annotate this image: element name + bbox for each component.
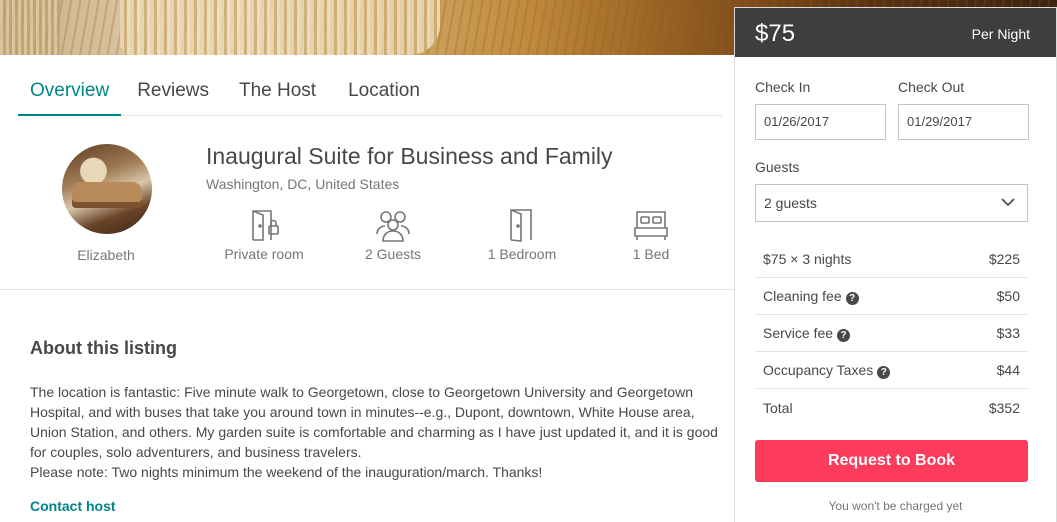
listing-title: Inaugural Suite for Business and Family — [206, 143, 613, 169]
fee-row-nights: $75 × 3 nights $225 — [755, 241, 1028, 278]
booking-price-header: $75 Per Night — [735, 8, 1056, 57]
about-heading: About this listing — [30, 338, 177, 358]
no-charge-note: You won't be charged yet — [828, 499, 963, 513]
help-icon[interactable]: ? — [845, 291, 859, 305]
listing-summary: Elizabeth Inaugural Suite for Business a… — [0, 130, 734, 290]
fee-row-taxes: Occupancy Taxes? $44 — [755, 352, 1028, 389]
per-night-label: Per Night — [971, 26, 1030, 42]
feature-guests: 2 Guests — [338, 208, 448, 262]
tab-the-host[interactable]: The Host — [227, 78, 328, 116]
nightly-price: $75 — [755, 20, 796, 47]
price-breakdown: $75 × 3 nights $225 Cleaning fee? $50 Se… — [755, 241, 1028, 426]
photo-wicker-left — [0, 0, 60, 55]
contact-host-link[interactable]: Contact host — [30, 498, 116, 514]
feature-room-type-label: Private room — [224, 246, 304, 262]
help-icon[interactable]: ? — [877, 365, 891, 379]
section-tabs: Overview Reviews The Host Location — [18, 78, 722, 116]
fee-row-total: Total $352 — [755, 389, 1028, 426]
fee-label: $75 × 3 nights — [763, 251, 852, 267]
guests-select[interactable]: 2 guests — [755, 184, 1028, 222]
about-description: The location is fantastic: Five minute w… — [30, 382, 720, 482]
fee-label: Service fee — [763, 324, 834, 341]
request-to-book-button[interactable]: Request to Book — [755, 440, 1028, 482]
booking-panel: $75 Per Night Check In Check Out 01/26/2… — [734, 7, 1057, 522]
feature-room-type: Private room — [209, 208, 319, 262]
fee-amount: $44 — [996, 362, 1020, 378]
fee-row-service: Service fee? $33 — [755, 315, 1028, 352]
door-icon — [510, 209, 532, 242]
feature-beds-label: 1 Bed — [632, 246, 670, 262]
fee-row-cleaning: Cleaning fee? $50 — [755, 278, 1028, 315]
guests-select-value: 2 guests — [764, 195, 817, 211]
tab-location[interactable]: Location — [336, 78, 432, 116]
fee-amount: $225 — [988, 251, 1020, 267]
guests-label: Guests — [755, 159, 800, 175]
feature-bedrooms: 1 Bedroom — [467, 208, 577, 262]
fee-label: Cleaning fee — [763, 287, 842, 304]
photo-wicker-table — [120, 0, 440, 55]
check-out-input[interactable]: 01/29/2017 — [898, 104, 1029, 140]
about-paragraph-2: Please note: Two nights minimum the week… — [30, 464, 543, 480]
feature-bedrooms-label: 1 Bedroom — [487, 246, 557, 262]
check-in-input[interactable]: 01/26/2017 — [755, 104, 886, 140]
bed-icon — [634, 211, 668, 240]
fee-amount: $50 — [996, 288, 1020, 304]
chevron-down-icon — [1001, 198, 1015, 207]
feature-guests-label: 2 Guests — [364, 246, 422, 262]
help-icon[interactable]: ? — [837, 328, 851, 342]
check-out-label: Check Out — [898, 79, 965, 95]
door-lock-icon — [252, 210, 279, 241]
tab-reviews[interactable]: Reviews — [125, 78, 221, 116]
fee-amount: $352 — [988, 399, 1020, 416]
guests-icon — [376, 211, 410, 242]
check-in-label: Check In — [755, 79, 811, 95]
avatar-photo — [72, 182, 142, 208]
tab-overview[interactable]: Overview — [18, 78, 122, 116]
listing-location[interactable]: Washington, DC, United States — [206, 176, 399, 192]
host-avatar[interactable] — [62, 144, 152, 234]
fee-label: Total — [763, 399, 793, 416]
fee-label: Occupancy Taxes — [763, 361, 874, 378]
about-paragraph-1: The location is fantastic: Five minute w… — [30, 384, 718, 460]
host-name[interactable]: Elizabeth — [56, 247, 156, 263]
fee-amount: $33 — [996, 325, 1020, 341]
feature-beds: 1 Bed — [596, 208, 706, 262]
